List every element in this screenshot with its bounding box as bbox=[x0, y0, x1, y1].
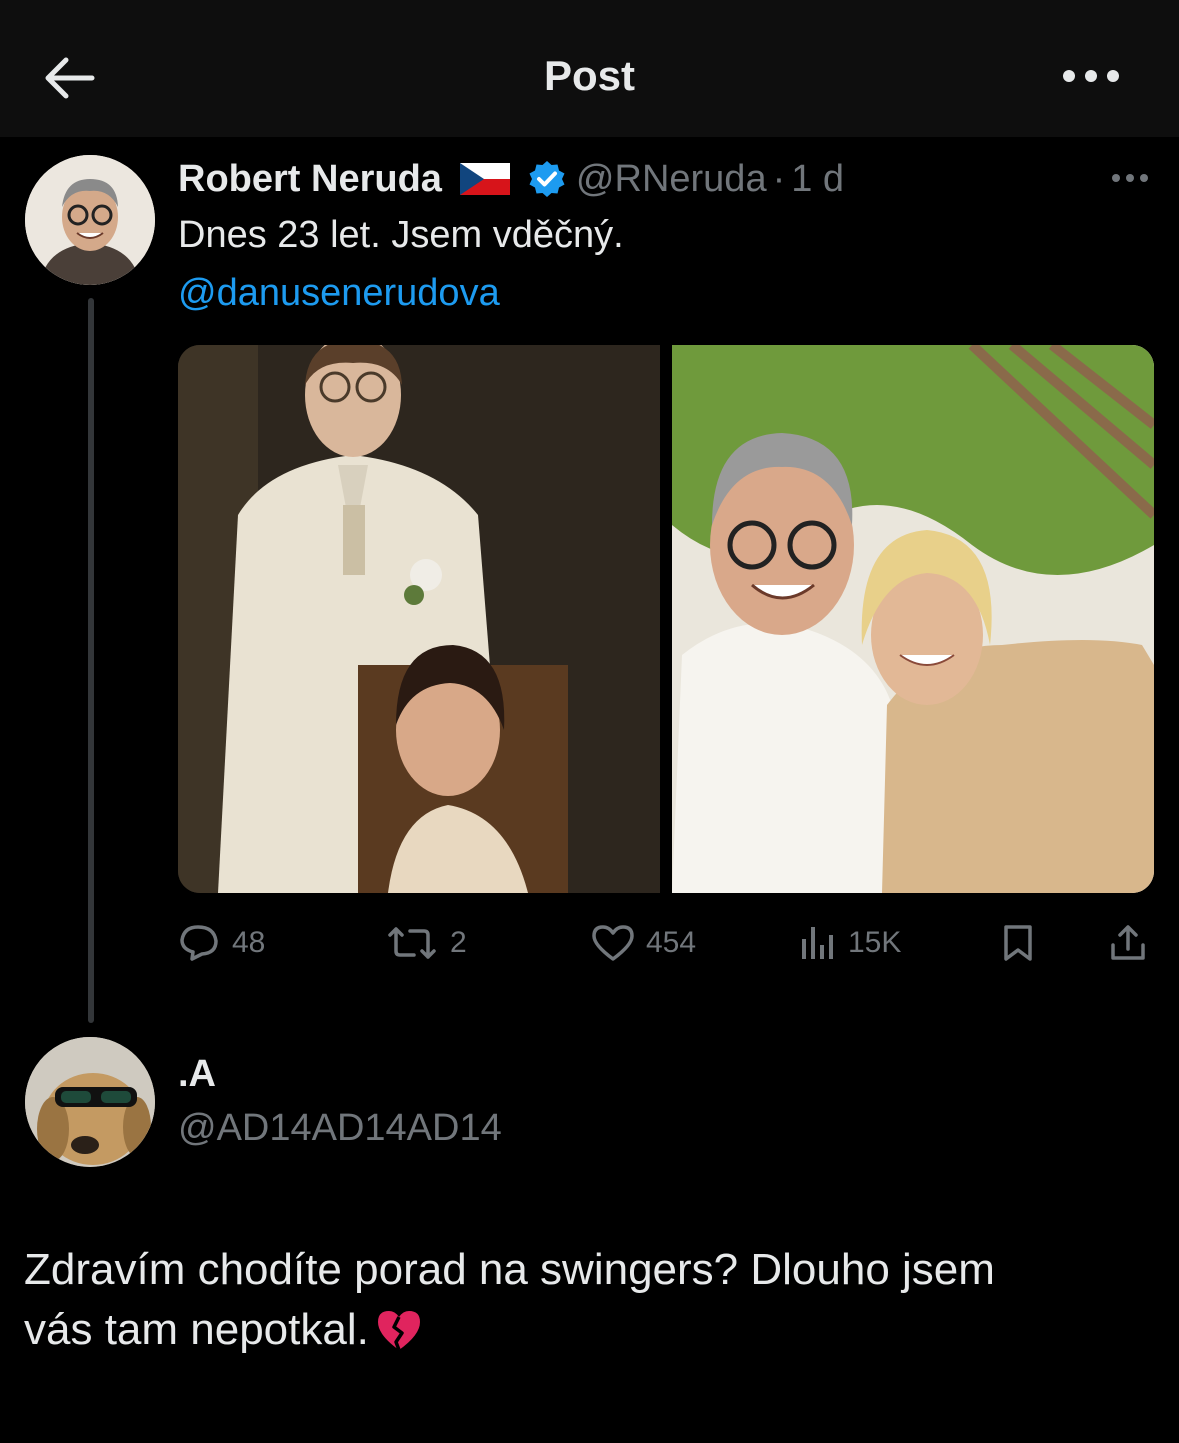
bookmark-button[interactable] bbox=[1000, 918, 1036, 968]
reply-author-handle[interactable]: @AD14AD14AD14 bbox=[178, 1107, 502, 1150]
author-photo bbox=[25, 155, 155, 285]
reply-text-line-2-text: vás tam nepotkal. bbox=[24, 1305, 369, 1354]
timestamp[interactable]: 1 d bbox=[791, 158, 844, 201]
tweet-text: Dnes 23 let. Jsem vděčný. bbox=[178, 214, 624, 256]
analytics-icon bbox=[802, 927, 833, 959]
share-button[interactable] bbox=[1108, 918, 1148, 968]
mention-link[interactable]: @danusenerudova bbox=[178, 272, 500, 315]
author-handle[interactable]: @RNeruda bbox=[576, 158, 767, 201]
share-icon bbox=[1111, 925, 1145, 960]
reply-text-line-2: vás tam nepotkal. bbox=[24, 1300, 1144, 1360]
avatar[interactable] bbox=[25, 155, 155, 285]
page-title: Post bbox=[543, 52, 635, 99]
wedding-photo[interactable] bbox=[178, 345, 660, 893]
avatar[interactable] bbox=[25, 1037, 155, 1167]
bookmark-icon bbox=[1004, 925, 1032, 961]
selfie-photo[interactable] bbox=[672, 345, 1154, 893]
tweet-media[interactable] bbox=[178, 345, 1154, 893]
repost-count: 2 bbox=[450, 926, 467, 959]
selfie-photo-image bbox=[672, 345, 1154, 893]
reply-button[interactable]: 48 bbox=[178, 918, 265, 968]
thread-line bbox=[88, 298, 94, 1023]
czech-flag-icon bbox=[459, 163, 510, 195]
more-horizontal-icon[interactable] bbox=[1060, 66, 1122, 86]
reply-text-line-1: Zdravím chodíte porad na swingers? Dlouh… bbox=[24, 1245, 995, 1294]
verified-badge-icon bbox=[529, 161, 565, 197]
author-name[interactable]: Robert Neruda bbox=[178, 158, 442, 201]
heart-icon bbox=[592, 925, 634, 961]
views-button[interactable]: 15K bbox=[796, 918, 901, 968]
reply-icon bbox=[180, 925, 218, 961]
dog-with-sunglasses-photo bbox=[25, 1037, 155, 1167]
like-count: 454 bbox=[646, 926, 697, 959]
repost-button[interactable]: 2 bbox=[384, 918, 467, 968]
repost-icon bbox=[388, 927, 436, 959]
reply-count: 48 bbox=[232, 926, 266, 959]
tweet-author-row: Robert Neruda @RNeruda · 1 d bbox=[178, 156, 844, 202]
view-count: 15K bbox=[848, 926, 902, 959]
top-bar: Post bbox=[0, 0, 1179, 137]
more-horizontal-icon[interactable] bbox=[1110, 172, 1150, 184]
broken-heart-icon bbox=[377, 1311, 420, 1351]
like-button[interactable]: 454 bbox=[590, 918, 696, 968]
reply-text: Zdravím chodíte porad na swingers? Dlouh… bbox=[24, 1240, 1144, 1360]
separator: · bbox=[772, 157, 786, 200]
wedding-photo-image bbox=[178, 345, 660, 893]
tweet-actions: 48 2 454 15K bbox=[178, 918, 1154, 968]
reply-author-name[interactable]: .A bbox=[178, 1053, 216, 1096]
